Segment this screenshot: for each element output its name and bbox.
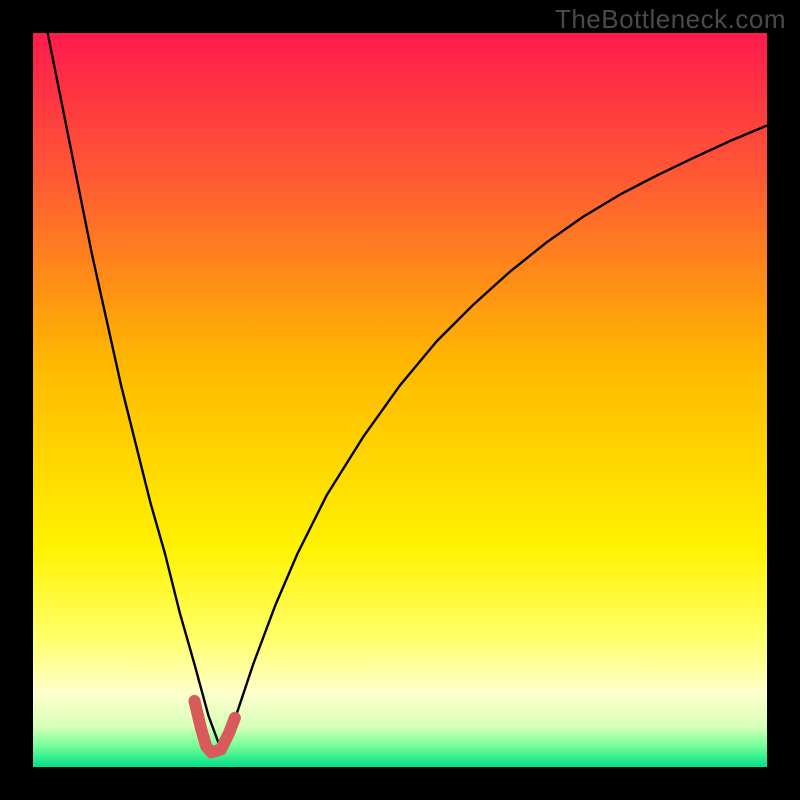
watermark-text: TheBottleneck.com — [555, 4, 786, 35]
gradient-background — [33, 33, 767, 767]
plot-area — [33, 33, 767, 767]
chart-svg — [33, 33, 767, 767]
chart-frame: TheBottleneck.com — [0, 0, 800, 800]
